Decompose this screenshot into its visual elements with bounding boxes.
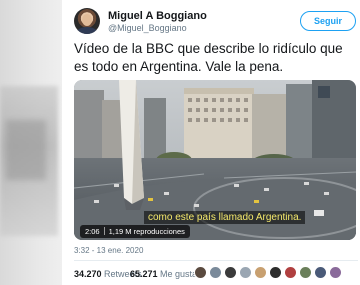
liker-avatar[interactable] (194, 266, 207, 279)
tweet-header: Miguel A Boggiano @Miguel_Boggiano Segui… (74, 8, 356, 38)
likes-stat[interactable]: 65.271 Me gusta (130, 269, 197, 279)
liker-avatar[interactable] (299, 266, 312, 279)
liker-avatar[interactable] (224, 266, 237, 279)
video-duration: 2:06 (85, 227, 100, 236)
follow-button[interactable]: Seguir (300, 11, 356, 31)
liker-avatar[interactable] (314, 266, 327, 279)
author-name[interactable]: Miguel A Boggiano (108, 10, 207, 22)
tweet-timestamp[interactable]: 3:32 - 13 ene. 2020 (74, 246, 143, 255)
blurred-background-shape (6, 120, 46, 180)
author-handle[interactable]: @Miguel_Boggiano (108, 23, 187, 33)
video-views: 1,19 M reproducciones (108, 227, 185, 236)
avatar-shirt (77, 27, 97, 34)
liker-avatar[interactable] (209, 266, 222, 279)
tweet-text: Vídeo de la BBC que describe lo ridículo… (74, 41, 343, 74)
liker-avatar[interactable] (284, 266, 297, 279)
video-player[interactable]: como este país llamado Argentina. 2:06 1,… (74, 80, 356, 240)
retweets-count: 34.270 (74, 269, 102, 279)
blurred-background-left (0, 0, 62, 285)
tweet-card: Miguel A Boggiano @Miguel_Boggiano Segui… (62, 0, 360, 285)
divider (74, 260, 358, 261)
badge-divider (103, 227, 105, 235)
avatar-face (82, 14, 92, 26)
liker-avatar[interactable] (329, 266, 342, 279)
liker-avatar[interactable] (269, 266, 282, 279)
tweet-stats: 34.270 Retweets 65.271 Me gusta (74, 265, 358, 283)
avatar[interactable] (74, 8, 100, 34)
liker-avatar[interactable] (254, 266, 267, 279)
likes-count: 65.271 (130, 269, 158, 279)
liker-avatar[interactable] (239, 266, 252, 279)
video-duration-badge: 2:06 1,19 M reproducciones (80, 225, 190, 238)
likes-label: Me gusta (160, 269, 198, 279)
video-caption: como este país llamado Argentina. (144, 211, 306, 224)
